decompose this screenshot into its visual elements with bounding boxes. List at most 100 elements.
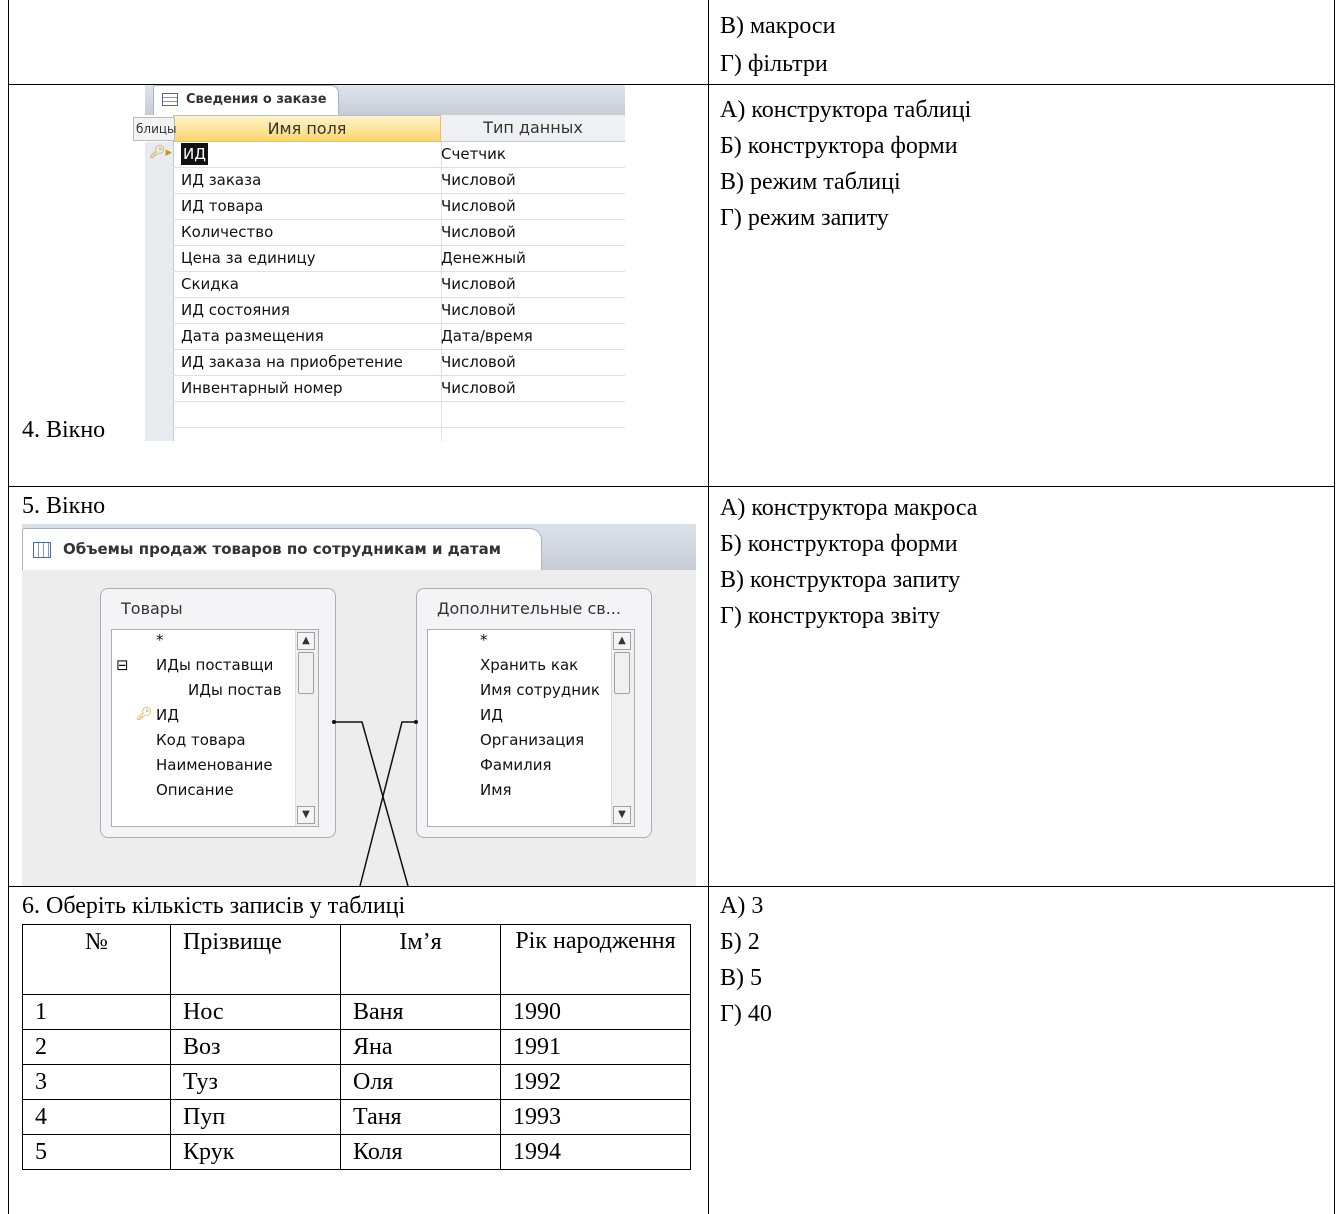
scroll-down-arrow-icon[interactable]: ▼ — [297, 806, 315, 824]
records-table: № Прізвище Ім’я Рік народження 1 Нос Ваня 1… — [22, 924, 691, 1170]
table-header: Ім’я — [340, 924, 501, 995]
field-row[interactable]: ИД заказа на приобретение Числовой — [181, 349, 625, 375]
field-item[interactable]: Организация — [480, 730, 584, 750]
field-item[interactable]: ИДы поставщи — [156, 655, 273, 675]
field-type[interactable]: Счетчик — [441, 141, 506, 167]
field-row[interactable]: ИД Счетчик — [181, 141, 625, 167]
tab-strip: Объемы продаж товаров по сотрудникам и д… — [22, 524, 696, 570]
grid-line — [1334, 0, 1335, 1214]
field-item[interactable]: Имя — [480, 780, 512, 800]
field-list[interactable]: * ⊟ ИДы поставщи ИДы постав 🔑︎ ИД Код то… — [111, 629, 319, 827]
tooltip: блицы — [133, 117, 177, 141]
table-cell: Таня — [340, 1099, 501, 1135]
field-name[interactable]: ИД заказа — [181, 167, 261, 193]
table-cell: 1994 — [500, 1134, 691, 1170]
table-design-view: Сведения о заказе Имя поля Тип данных бл… — [133, 85, 625, 441]
field-item[interactable]: * — [480, 630, 488, 650]
table-cell: Воз — [170, 1029, 341, 1065]
field-row[interactable]: ИД заказа Числовой — [181, 167, 625, 193]
field-type[interactable]: Денежный — [441, 245, 526, 271]
field-item[interactable]: Описание — [156, 780, 234, 800]
grid-line — [708, 0, 709, 1214]
field-type[interactable]: Числовой — [441, 375, 516, 401]
query-icon — [33, 542, 51, 558]
field-row[interactable]: Скидка Числовой — [181, 271, 625, 297]
table-cell: 1992 — [500, 1064, 691, 1100]
field-name[interactable]: ИД — [181, 143, 208, 165]
scrollbar[interactable]: ▲ ▼ — [611, 630, 634, 826]
scroll-up-arrow-icon[interactable]: ▲ — [297, 632, 315, 650]
field-row[interactable]: Количество Числовой — [181, 219, 625, 245]
field-type[interactable]: Числовой — [441, 167, 516, 193]
question-label: 5. Вікно — [22, 493, 106, 519]
answer-option: Б) конструктора форми — [720, 531, 958, 557]
field-name[interactable]: Инвентарный номер — [181, 375, 343, 401]
field-name[interactable]: ИД состояния — [181, 297, 290, 323]
scroll-down-arrow-icon[interactable]: ▼ — [613, 806, 631, 824]
answer-option: А) конструктора таблиці — [720, 97, 972, 123]
table-cell: Ваня — [340, 994, 501, 1030]
table-cell: 2 — [22, 1029, 171, 1065]
field-row[interactable]: ИД состояния Числовой — [181, 297, 625, 323]
answer-option: Г) 40 — [720, 1001, 772, 1027]
table-header: Рік народження — [500, 924, 691, 995]
column-header-field[interactable]: Имя поля — [173, 115, 441, 142]
table-cell: Яна — [340, 1029, 501, 1065]
table-header: Прізвище — [170, 924, 341, 995]
table-box-left[interactable]: Товары * ⊟ ИДы поставщи ИДы постав 🔑︎ ИД… — [100, 588, 336, 838]
scroll-up-arrow-icon[interactable]: ▲ — [613, 632, 631, 650]
table-box-right[interactable]: Дополнительные св... * Хранить как Имя с… — [416, 588, 652, 838]
answer-option: Б) 2 — [720, 929, 760, 955]
field-item[interactable]: ИД — [156, 705, 179, 725]
row-selector-column[interactable] — [145, 142, 174, 441]
table-row: 1 Нос Ваня 1990 — [22, 994, 691, 1030]
field-item[interactable]: * — [156, 630, 164, 650]
table-cell: Туз — [170, 1064, 341, 1100]
field-item[interactable]: ИДы постав — [188, 680, 282, 700]
field-row[interactable]: Цена за единицу Денежный — [181, 245, 625, 271]
field-name[interactable]: Дата размещения — [181, 323, 324, 349]
column-header-type[interactable]: Тип данных — [441, 115, 625, 142]
field-type[interactable]: Числовой — [441, 349, 516, 375]
scrollbar[interactable]: ▲ ▼ — [295, 630, 318, 826]
field-type[interactable]: Числовой — [441, 219, 516, 245]
answer-option: Г) фільтри — [720, 51, 828, 77]
field-type[interactable]: Числовой — [441, 297, 516, 323]
field-row[interactable]: Инвентарный номер Числовой — [181, 375, 625, 401]
field-name[interactable]: ИД заказа на приобретение — [181, 349, 403, 375]
grid-line — [8, 886, 1335, 887]
field-item[interactable]: Код товара — [156, 730, 246, 750]
field-type[interactable]: Числовой — [441, 271, 516, 297]
table-cell: 5 — [22, 1134, 171, 1170]
primary-key-icon: 🔑︎▸ — [149, 145, 173, 160]
table-cell: Нос — [170, 994, 341, 1030]
answer-option: А) конструктора макроса — [720, 495, 978, 521]
answer-option: Г) конструктора звіту — [720, 603, 941, 629]
field-row[interactable]: Дата размещения Дата/время — [181, 323, 625, 349]
field-list[interactable]: * Хранить как Имя сотрудник ИД Организац… — [427, 629, 635, 827]
field-name[interactable]: Количество — [181, 219, 273, 245]
table-row: 3 Туз Оля 1992 — [22, 1064, 691, 1100]
field-item[interactable]: Имя сотрудник — [480, 680, 600, 700]
field-item[interactable]: Фамилия — [480, 755, 552, 775]
scroll-thumb[interactable] — [614, 652, 630, 694]
tab-label: Объемы продаж товаров по сотрудникам и д… — [63, 540, 501, 558]
expand-icon[interactable]: ⊟ — [116, 655, 129, 675]
tab-strip: Сведения о заказе — [145, 85, 625, 115]
field-name[interactable]: ИД товара — [181, 193, 263, 219]
answer-option: Б) конструктора форми — [720, 133, 958, 159]
table-cell: Крук — [170, 1134, 341, 1170]
field-name[interactable]: Цена за единицу — [181, 245, 316, 271]
field-item[interactable]: Наименование — [156, 755, 273, 775]
scroll-thumb[interactable] — [298, 652, 314, 694]
document-tab[interactable]: Сведения о заказе — [153, 85, 339, 115]
field-name[interactable]: Скидка — [181, 271, 239, 297]
table-row: 5 Крук Коля 1994 — [22, 1134, 691, 1170]
document-tab[interactable]: Объемы продаж товаров по сотрудникам и д… — [22, 528, 542, 570]
field-row[interactable]: ИД товара Числовой — [181, 193, 625, 219]
field-item[interactable]: ИД — [480, 705, 503, 725]
field-type[interactable]: Дата/время — [441, 323, 533, 349]
field-item[interactable]: Хранить как — [480, 655, 578, 675]
field-type[interactable]: Числовой — [441, 193, 516, 219]
tab-label: Сведения о заказе — [186, 92, 327, 107]
